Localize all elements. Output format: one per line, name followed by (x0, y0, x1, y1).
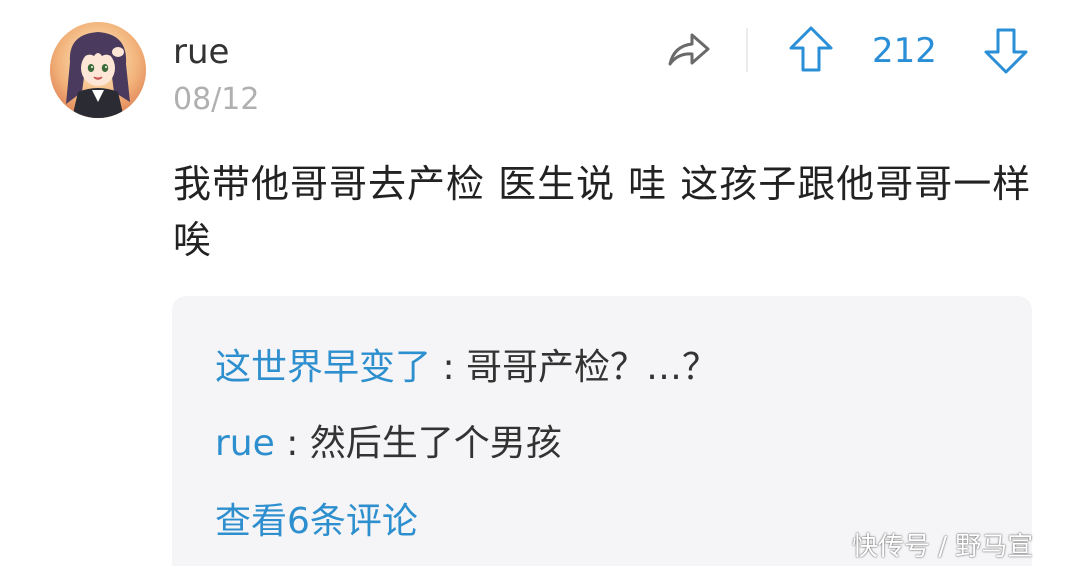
reply-text: 然后生了个男孩 (309, 423, 562, 464)
reply-author[interactable]: rue (215, 423, 275, 464)
reply-separator: : (274, 423, 310, 464)
action-divider (746, 28, 748, 72)
share-icon (668, 33, 710, 66)
post-date: 08/12 (173, 82, 260, 117)
upvote-button[interactable] (787, 24, 835, 76)
vote-score: 212 (872, 31, 937, 71)
downvote-arrow-icon (984, 28, 1028, 74)
reply-author[interactable]: 这世界早变了 (215, 347, 431, 388)
share-button[interactable] (664, 26, 712, 74)
upvote-arrow-icon (789, 26, 833, 72)
username[interactable]: rue (173, 30, 229, 74)
reply-separator: : (431, 347, 467, 388)
watermark: 快传号 / 野马宣 (852, 532, 1034, 562)
reply-item: 这世界早变了 : 哥哥产检？…？ (215, 344, 718, 392)
comment-card: rue 08/12 212 我带他哥哥去产检 医生说 哇 这孩子跟他哥哥一样唉 … (0, 0, 1080, 566)
comment-body: 我带他哥哥去产检 医生说 哇 这孩子跟他哥哥一样唉 (173, 162, 1032, 262)
view-more-comments-link[interactable]: 查看6条评论 (215, 498, 418, 546)
avatar-anime-girl-icon (50, 22, 146, 118)
reply-text: 哥哥产检？…？ (466, 347, 719, 388)
downvote-button[interactable] (982, 24, 1030, 76)
reply-item: rue : 然后生了个男孩 (215, 420, 562, 468)
avatar[interactable] (50, 22, 146, 118)
